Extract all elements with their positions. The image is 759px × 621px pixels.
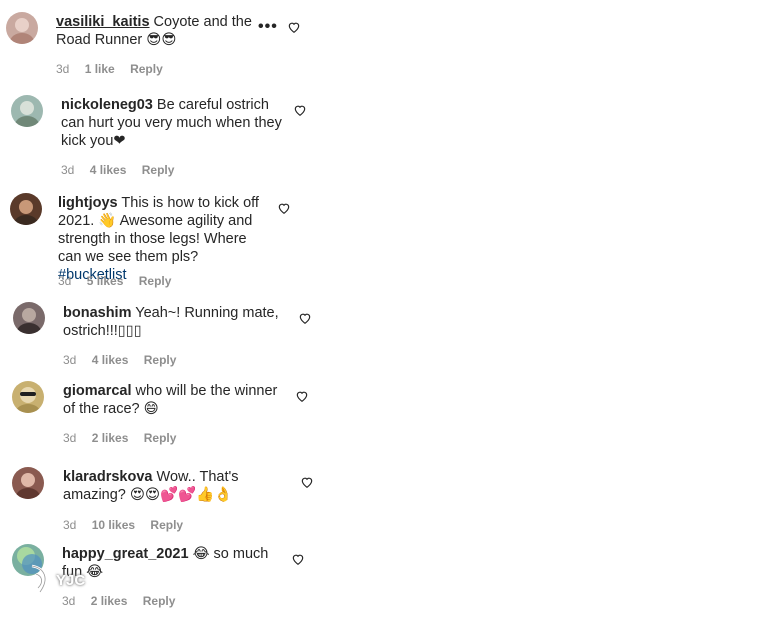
avatar-image [10, 18, 34, 44]
reply-button[interactable]: Reply [150, 518, 183, 532]
avatar[interactable] [12, 467, 44, 499]
comment-text: bonashim Yeah~! Running mate, ostrich!!!… [63, 304, 288, 340]
comment-likes[interactable]: 10 likes [92, 518, 135, 532]
comment-text: klaradrskova Wow.. That's amazing? 😍😍💕💕👍… [63, 468, 288, 504]
like-heart-icon[interactable] [277, 201, 291, 215]
comment-likes[interactable]: 4 likes [92, 353, 129, 367]
comment-username[interactable]: bonashim [63, 305, 131, 321]
comment-meta: 3d 2 likes Reply [62, 594, 175, 608]
reply-button[interactable]: Reply [130, 62, 163, 76]
reply-button[interactable]: Reply [144, 353, 177, 367]
like-heart-icon[interactable] [293, 103, 307, 117]
comment-text: vasiliki_kaitis Coyote and the Road Runn… [56, 13, 256, 49]
comment-time: 3d [56, 62, 70, 76]
comment-username[interactable]: giomarcal [63, 383, 132, 399]
comment-text: lightjoys This is how to kick off 2021. … [58, 194, 263, 284]
comment-time: 3d [58, 274, 72, 288]
more-options-icon[interactable]: ••• [258, 18, 278, 36]
comment-username[interactable]: happy_great_2021 [62, 546, 189, 562]
comment-time: 3d [63, 353, 77, 367]
watermark-text: YJC [56, 572, 86, 589]
comment-time: 3d [63, 518, 77, 532]
comment-meta: 3d 4 likes Reply [63, 353, 176, 367]
comment-username[interactable]: lightjoys [58, 195, 118, 211]
comment-meta: 3d 1 like Reply [56, 62, 163, 76]
comment-time: 3d [63, 431, 77, 445]
reply-button[interactable]: Reply [144, 431, 177, 445]
like-heart-icon[interactable] [298, 311, 312, 325]
reply-button[interactable]: Reply [143, 594, 176, 608]
reply-button[interactable]: Reply [142, 163, 175, 177]
comment-username[interactable]: klaradrskova [63, 469, 152, 485]
comment-meta: 3d 10 likes Reply [63, 518, 183, 532]
comment-username[interactable]: vasiliki_kaitis [56, 14, 150, 30]
comment-likes[interactable]: 2 likes [91, 594, 128, 608]
comment-text: happy_great_2021 😂 so much fun 😂 [62, 545, 287, 581]
comment-meta: 3d 4 likes Reply [61, 163, 174, 177]
avatar-image [15, 101, 39, 127]
comment-time: 3d [61, 163, 75, 177]
reply-button[interactable]: Reply [139, 274, 172, 288]
avatar-image [16, 473, 40, 499]
avatar[interactable] [10, 193, 42, 225]
avatar[interactable] [6, 12, 38, 44]
comment-text: giomarcal who will be the winner of the … [63, 382, 288, 418]
comment-time: 3d [62, 594, 76, 608]
comment-meta: 3d 5 likes Reply [58, 274, 171, 288]
comment-username[interactable]: nickoleneg03 [61, 97, 153, 113]
avatar-image [17, 308, 41, 334]
comment-likes[interactable]: 5 likes [87, 274, 124, 288]
comment-likes[interactable]: 1 like [85, 62, 115, 76]
like-heart-icon[interactable] [291, 552, 305, 566]
avatar[interactable] [13, 302, 45, 334]
like-heart-icon[interactable] [287, 20, 301, 34]
avatar[interactable] [11, 95, 43, 127]
like-heart-icon[interactable] [295, 389, 309, 403]
comments-screen: { "comments": [ { "username": "vasiliki_… [0, 0, 759, 621]
comment-likes[interactable]: 2 likes [92, 431, 129, 445]
comment-text: nickoleneg03 Be careful ostrich can hurt… [61, 96, 286, 150]
like-heart-icon[interactable] [300, 475, 314, 489]
avatar[interactable] [12, 381, 44, 413]
watermark-logo-icon [31, 564, 47, 593]
avatar-image [16, 387, 40, 413]
comment-likes[interactable]: 4 likes [90, 163, 127, 177]
avatar-image [14, 200, 38, 225]
comment-meta: 3d 2 likes Reply [63, 431, 176, 445]
